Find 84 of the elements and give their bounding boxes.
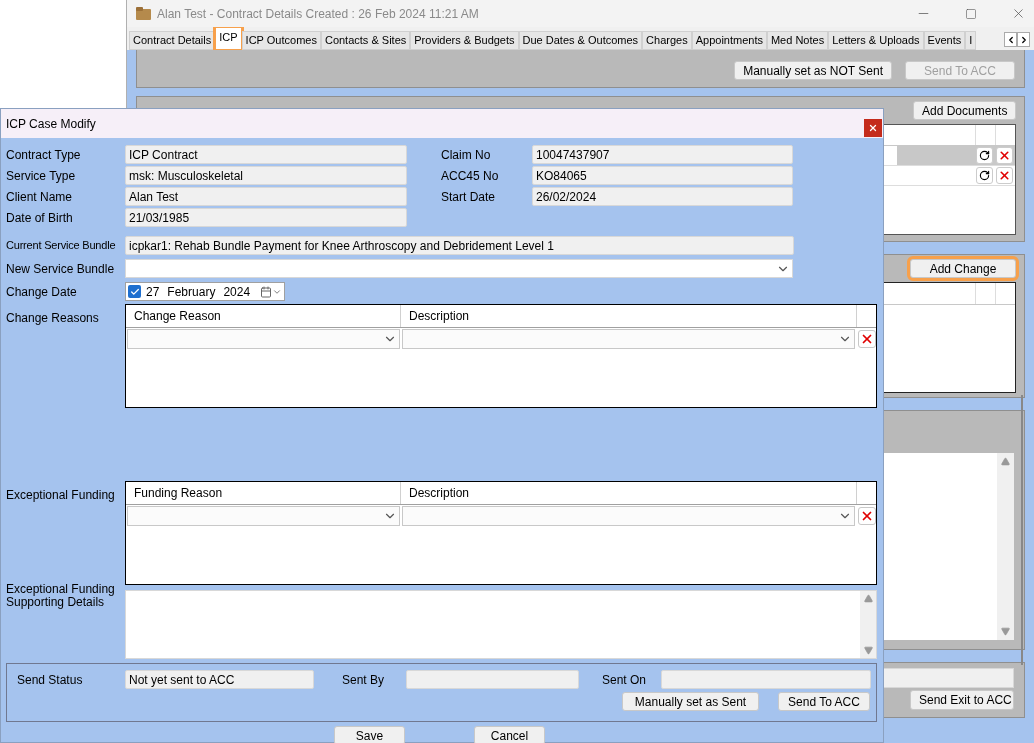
cancel-button[interactable]: Cancel: [474, 726, 545, 743]
readonly-field: ICP Contract: [125, 145, 407, 164]
delete-icon: [998, 149, 1011, 162]
scrollbar[interactable]: [997, 453, 1014, 640]
date-month: February: [167, 283, 216, 301]
field-label: Sent On: [602, 671, 648, 689]
column-header: Change Reason: [126, 305, 401, 327]
delete-icon: [860, 332, 874, 346]
delete-button[interactable]: [996, 147, 1013, 164]
scroll-up-icon[interactable]: [1001, 457, 1010, 466]
close-icon: [868, 122, 878, 133]
field-label: Sent By: [342, 671, 386, 689]
scrollbar[interactable]: [860, 591, 876, 658]
readonly-field: 26/02/2024: [532, 187, 793, 206]
add-change-button[interactable]: Add Change: [910, 259, 1016, 278]
tab[interactable]: Med Notes: [766, 31, 829, 50]
calendar-icon[interactable]: [260, 285, 282, 298]
send-button[interactable]: Send To ACC: [778, 692, 870, 711]
add-documents-button[interactable]: Add Documents: [913, 101, 1016, 120]
field-label: Change Date: [6, 283, 78, 301]
refresh-button[interactable]: [976, 167, 993, 184]
delete-icon: [860, 509, 874, 523]
field-label: Start Date: [441, 188, 497, 206]
scroll-down-icon[interactable]: [1001, 627, 1010, 636]
mark-sent-button[interactable]: Manually set as Sent: [622, 692, 759, 711]
delete-button[interactable]: [858, 507, 876, 525]
delete-button[interactable]: [858, 330, 876, 348]
field-label: Claim No: [441, 146, 492, 164]
tab[interactable]: Contract Details: [129, 31, 216, 50]
scroll-right-icon[interactable]: [1017, 32, 1030, 47]
scroll-down-icon[interactable]: [863, 646, 873, 655]
tab[interactable]: Providers & Budgets: [410, 31, 519, 50]
tab[interactable]: Contacts & Sites: [320, 31, 411, 50]
maximize-icon[interactable]: [965, 7, 977, 20]
save-button[interactable]: Save: [334, 726, 405, 743]
column-header: Description: [401, 305, 857, 327]
document-row[interactable]: [897, 146, 1015, 165]
tab[interactable]: Due Dates & Outcomes: [518, 31, 643, 50]
dialog-title: ICP Case Modify: [6, 115, 96, 133]
readonly-field: KO84065: [532, 166, 793, 185]
delete-button[interactable]: [996, 167, 1013, 184]
refresh-button[interactable]: [976, 147, 993, 164]
date-checkbox[interactable]: [128, 285, 141, 298]
readonly-field: msk: Musculoskeletal: [125, 166, 407, 185]
readonly-field: 10047437907: [532, 145, 793, 164]
window-title: Alan Test - Contract Details Created : 26 Feb 2024 11:21 AM: [157, 5, 479, 23]
refresh-icon: [979, 150, 990, 161]
field-label: Change Reasons: [6, 310, 100, 327]
readonly-field: Not yet sent to ACC: [125, 670, 314, 689]
folder-icon: [136, 7, 151, 20]
date-picker[interactable]: 27 February 2024: [125, 282, 285, 301]
field-label: Current Service Bundle: [6, 238, 117, 254]
date-day: 27: [146, 282, 160, 301]
panel-button[interactable]: Manually set as NOT Sent: [734, 61, 892, 80]
tab[interactable]: Letters & Uploads: [828, 31, 924, 50]
scrollbar-thumb[interactable]: [1021, 395, 1023, 665]
date-year: 2024: [223, 283, 251, 301]
delete-icon: [998, 169, 1011, 182]
refresh-icon: [979, 170, 990, 181]
readonly-field: 21/03/1985: [125, 208, 407, 227]
tab[interactable]: Events: [923, 31, 966, 50]
tab[interactable]: ICP Outcomes: [241, 31, 321, 50]
tab[interactable]: ICP: [215, 27, 242, 50]
close-icon[interactable]: [1011, 6, 1026, 21]
field-label: ACC45 No: [441, 167, 500, 185]
field-label: Send Status: [16, 671, 84, 689]
readonly-field: Alan Test: [125, 187, 407, 206]
field-label: New Service Bundle: [6, 260, 116, 278]
send-exit-button[interactable]: Send Exit to ACC: [910, 690, 1014, 710]
field-label: Client Name: [6, 188, 74, 206]
readonly-field: icpkar1: Rehab Bundle Payment for Knee Arthroscopy and Debridement Level 1: [125, 236, 794, 255]
tab[interactable]: Appointments: [691, 31, 767, 50]
column-header: Funding Reason: [126, 482, 401, 504]
tab[interactable]: I: [965, 31, 977, 50]
scroll-left-icon[interactable]: [1004, 32, 1017, 47]
field-label: Service Type: [6, 167, 77, 185]
tab[interactable]: Charges: [642, 31, 692, 50]
column-header: Description: [401, 482, 857, 504]
field-label: Date of Birth: [6, 209, 74, 227]
field-label: Exceptional Funding Supporting Details: [6, 583, 116, 611]
field-label: Contract Type: [6, 146, 82, 164]
field-label: Exceptional Funding: [6, 487, 116, 504]
close-button[interactable]: [864, 118, 882, 137]
scroll-up-icon[interactable]: [863, 594, 873, 603]
